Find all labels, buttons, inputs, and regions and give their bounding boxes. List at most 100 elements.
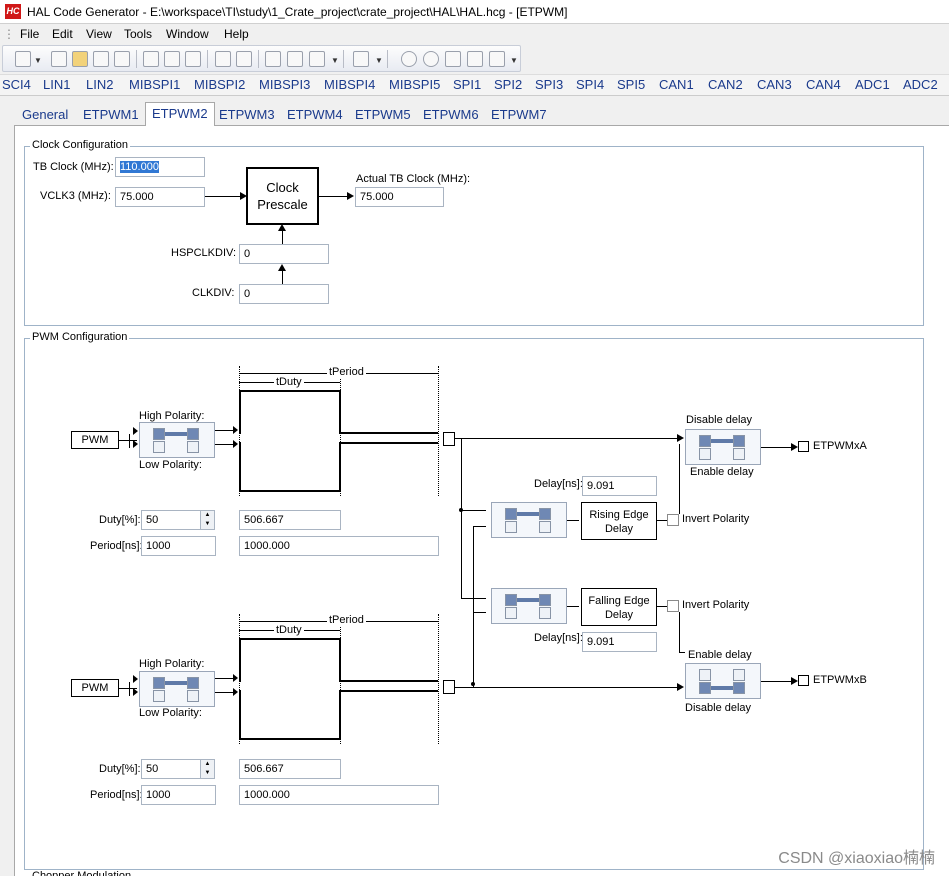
new-icon[interactable] xyxy=(15,51,31,67)
duty-spinner-b[interactable]: ▲ ▼ xyxy=(200,759,215,779)
period-marker xyxy=(438,614,439,744)
polarity-switch-a[interactable] xyxy=(139,422,215,458)
tab-spi5[interactable]: SPI5 xyxy=(617,77,645,92)
forward-icon[interactable] xyxy=(423,51,439,67)
tperiod-label-b: tPeriod xyxy=(327,614,366,626)
redo-icon[interactable] xyxy=(236,51,252,67)
back-icon[interactable] xyxy=(401,51,417,67)
tab-etpwm1[interactable]: ETPWM1 xyxy=(77,104,145,126)
save-icon[interactable] xyxy=(93,51,109,67)
chevron-down-icon[interactable]: ▼ xyxy=(331,56,339,65)
tab-mibspi1[interactable]: MIBSPI1 xyxy=(129,77,180,92)
title-bar: HC HAL Code Generator - E:\workspace\TI\… xyxy=(0,0,949,24)
copy-icon[interactable] xyxy=(164,51,180,67)
tab-spi3[interactable]: SPI3 xyxy=(535,77,563,92)
duty-field-b[interactable]: 50 xyxy=(141,759,201,779)
switch-cell xyxy=(505,607,517,619)
spin-up-icon[interactable]: ▲ xyxy=(201,511,214,520)
tab-sci4[interactable]: SCI4 xyxy=(2,77,31,92)
home-icon[interactable] xyxy=(489,51,505,67)
generate-code-icon[interactable] xyxy=(287,51,303,67)
falling-delay-field[interactable]: 9.091 xyxy=(582,632,657,652)
undo-icon[interactable] xyxy=(215,51,231,67)
tab-lin2[interactable]: LIN2 xyxy=(86,77,113,92)
menu-window[interactable]: Window xyxy=(166,27,209,41)
open-folder-icon[interactable] xyxy=(72,51,88,67)
chevron-down-icon[interactable]: ▼ xyxy=(34,56,42,65)
cut-icon[interactable] xyxy=(143,51,159,67)
duty-ns-field-a[interactable]: 506.667 xyxy=(239,510,341,530)
print-icon[interactable] xyxy=(51,51,67,67)
app-icon: HC xyxy=(5,4,21,19)
refresh-icon[interactable] xyxy=(467,51,483,67)
connector-line xyxy=(761,447,791,448)
vclk3-field[interactable]: 75.000 xyxy=(115,187,205,207)
connector-line xyxy=(679,652,685,653)
tab-mibspi4[interactable]: MIBSPI4 xyxy=(324,77,375,92)
menu-help[interactable]: Help xyxy=(224,27,249,41)
tab-etpwm6[interactable]: ETPWM6 xyxy=(417,104,485,126)
tab-mibspi5[interactable]: MIBSPI5 xyxy=(389,77,440,92)
wave-inverted xyxy=(239,442,341,492)
spin-down-icon[interactable]: ▼ xyxy=(201,769,214,778)
falling-invert-checkbox[interactable] xyxy=(667,600,679,612)
rising-invert-checkbox[interactable] xyxy=(667,514,679,526)
tab-etpwm5[interactable]: ETPWM5 xyxy=(349,104,417,126)
stop-icon[interactable] xyxy=(445,51,461,67)
output-b-switch[interactable] xyxy=(685,663,761,699)
switch-bar xyxy=(711,439,733,443)
period-ns-field-b[interactable]: 1000.000 xyxy=(239,785,439,805)
actual-tb-clock-field[interactable]: 75.000 xyxy=(355,187,444,207)
menu-file[interactable]: File xyxy=(20,27,39,41)
clkdiv-field[interactable]: 0 xyxy=(239,284,329,304)
polarity-switch-b[interactable] xyxy=(139,671,215,707)
tb-clock-field[interactable]: 110.000 xyxy=(115,157,205,177)
menu-edit[interactable]: Edit xyxy=(52,27,73,41)
duty-spinner-a[interactable]: ▲ ▼ xyxy=(200,510,215,530)
tab-can2[interactable]: CAN2 xyxy=(708,77,743,92)
rising-delay-field[interactable]: 9.091 xyxy=(582,476,657,496)
tab-can3[interactable]: CAN3 xyxy=(757,77,792,92)
period-ns-field-a[interactable]: 1000.000 xyxy=(239,536,439,556)
tab-spi4[interactable]: SPI4 xyxy=(576,77,604,92)
list-icon[interactable] xyxy=(309,51,325,67)
tab-adc2[interactable]: ADC2 xyxy=(903,77,938,92)
tab-adc1[interactable]: ADC1 xyxy=(855,77,890,92)
tab-etpwm7[interactable]: ETPWM7 xyxy=(485,104,553,126)
menu-tools[interactable]: Tools xyxy=(124,27,152,41)
prescale-line1: Clock xyxy=(266,180,299,195)
spin-up-icon[interactable]: ▲ xyxy=(201,760,214,769)
output-b-pin xyxy=(798,675,809,686)
tab-etpwm2[interactable]: ETPWM2 xyxy=(145,102,215,127)
duty-ns-field-b[interactable]: 506.667 xyxy=(239,759,341,779)
save-all-icon[interactable] xyxy=(114,51,130,67)
tab-can4[interactable]: CAN4 xyxy=(806,77,841,92)
wave-low xyxy=(341,432,438,434)
chevron-down-icon[interactable]: ▼ xyxy=(375,56,383,65)
tab-spi2[interactable]: SPI2 xyxy=(494,77,522,92)
tduty-label-b: tDuty xyxy=(274,624,304,636)
rising-input-switch[interactable] xyxy=(491,502,567,538)
chevron-down-icon[interactable]: ▼ xyxy=(510,56,518,65)
tab-etpwm4[interactable]: ETPWM4 xyxy=(281,104,349,126)
period-field-a[interactable]: 1000 xyxy=(141,536,216,556)
wave-inverted-high xyxy=(341,442,438,444)
period-field-b[interactable]: 1000 xyxy=(141,785,216,805)
tab-mibspi3[interactable]: MIBSPI3 xyxy=(259,77,310,92)
menu-view[interactable]: View xyxy=(86,27,112,41)
tab-general[interactable]: General xyxy=(16,104,74,126)
tab-mibspi2[interactable]: MIBSPI2 xyxy=(194,77,245,92)
output-a-switch[interactable] xyxy=(685,429,761,465)
tab-etpwm3[interactable]: ETPWM3 xyxy=(213,104,281,126)
falling-input-switch[interactable] xyxy=(491,588,567,624)
tab-spi1[interactable]: SPI1 xyxy=(453,77,481,92)
duty-field-a[interactable]: 50 xyxy=(141,510,201,530)
spin-down-icon[interactable]: ▼ xyxy=(201,520,214,529)
paste-icon[interactable] xyxy=(185,51,201,67)
tab-can1[interactable]: CAN1 xyxy=(659,77,694,92)
tb-clock-label: TB Clock (MHz): xyxy=(33,161,114,173)
stack-icon[interactable] xyxy=(353,51,369,67)
find-icon[interactable] xyxy=(265,51,281,67)
hspclkdiv-field[interactable]: 0 xyxy=(239,244,329,264)
tab-lin1[interactable]: LIN1 xyxy=(43,77,70,92)
